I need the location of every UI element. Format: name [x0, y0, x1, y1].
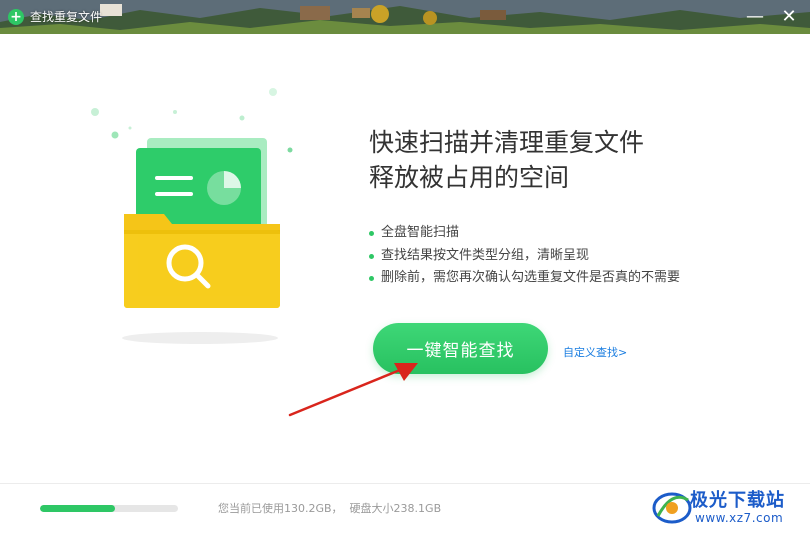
close-icon: ✕ — [781, 6, 797, 27]
watermark-url: www.xz7.com — [695, 511, 784, 525]
red-arrow-annotation — [288, 363, 418, 417]
minimize-icon: — — [746, 6, 764, 27]
disk-usage-fill — [40, 505, 116, 512]
title-area: + 查找重复文件 — [8, 8, 102, 25]
minimize-button[interactable]: — — [744, 6, 766, 28]
headline-line-2: 释放被占用的空间 — [369, 163, 570, 192]
close-button[interactable]: ✕ — [778, 6, 800, 28]
watermark-brand: 极光下载站 — [690, 490, 785, 511]
folder-search-illustration — [91, 88, 293, 344]
disk-usage-text: 您当前已使用130.2GB， 硬盘大小238.1GB — [218, 502, 442, 515]
disk-usage-bar — [40, 505, 178, 512]
feature-item: 全盘智能扫描 — [369, 222, 680, 245]
feature-list: 全盘智能扫描 查找结果按文件类型分组，清晰呈现 删除前，需您再次确认勾选重复文件… — [369, 222, 680, 290]
headline: 快速扫描并清理重复文件 释放被占用的空间 — [369, 125, 644, 195]
custom-scan-link[interactable]: 自定义查找> — [563, 344, 627, 360]
app-plus-icon: + — [8, 8, 24, 25]
feature-item: 查找结果按文件类型分组，清晰呈现 — [369, 245, 680, 268]
headline-line-1: 快速扫描并清理重复文件 — [369, 128, 645, 157]
footer-divider — [0, 483, 810, 484]
window-title: 查找重复文件 — [30, 10, 103, 24]
title-bar[interactable]: + 查找重复文件 — ✕ — [0, 0, 810, 34]
app-window: + 查找重复文件 — ✕ 快速扫描并清理重复文件 释放被占用的空间 全盘智能扫描… — [0, 0, 810, 535]
feature-item: 删除前，需您再次确认勾选重复文件是否真的不需要 — [369, 267, 680, 290]
title-bar-scenery — [0, 0, 810, 34]
